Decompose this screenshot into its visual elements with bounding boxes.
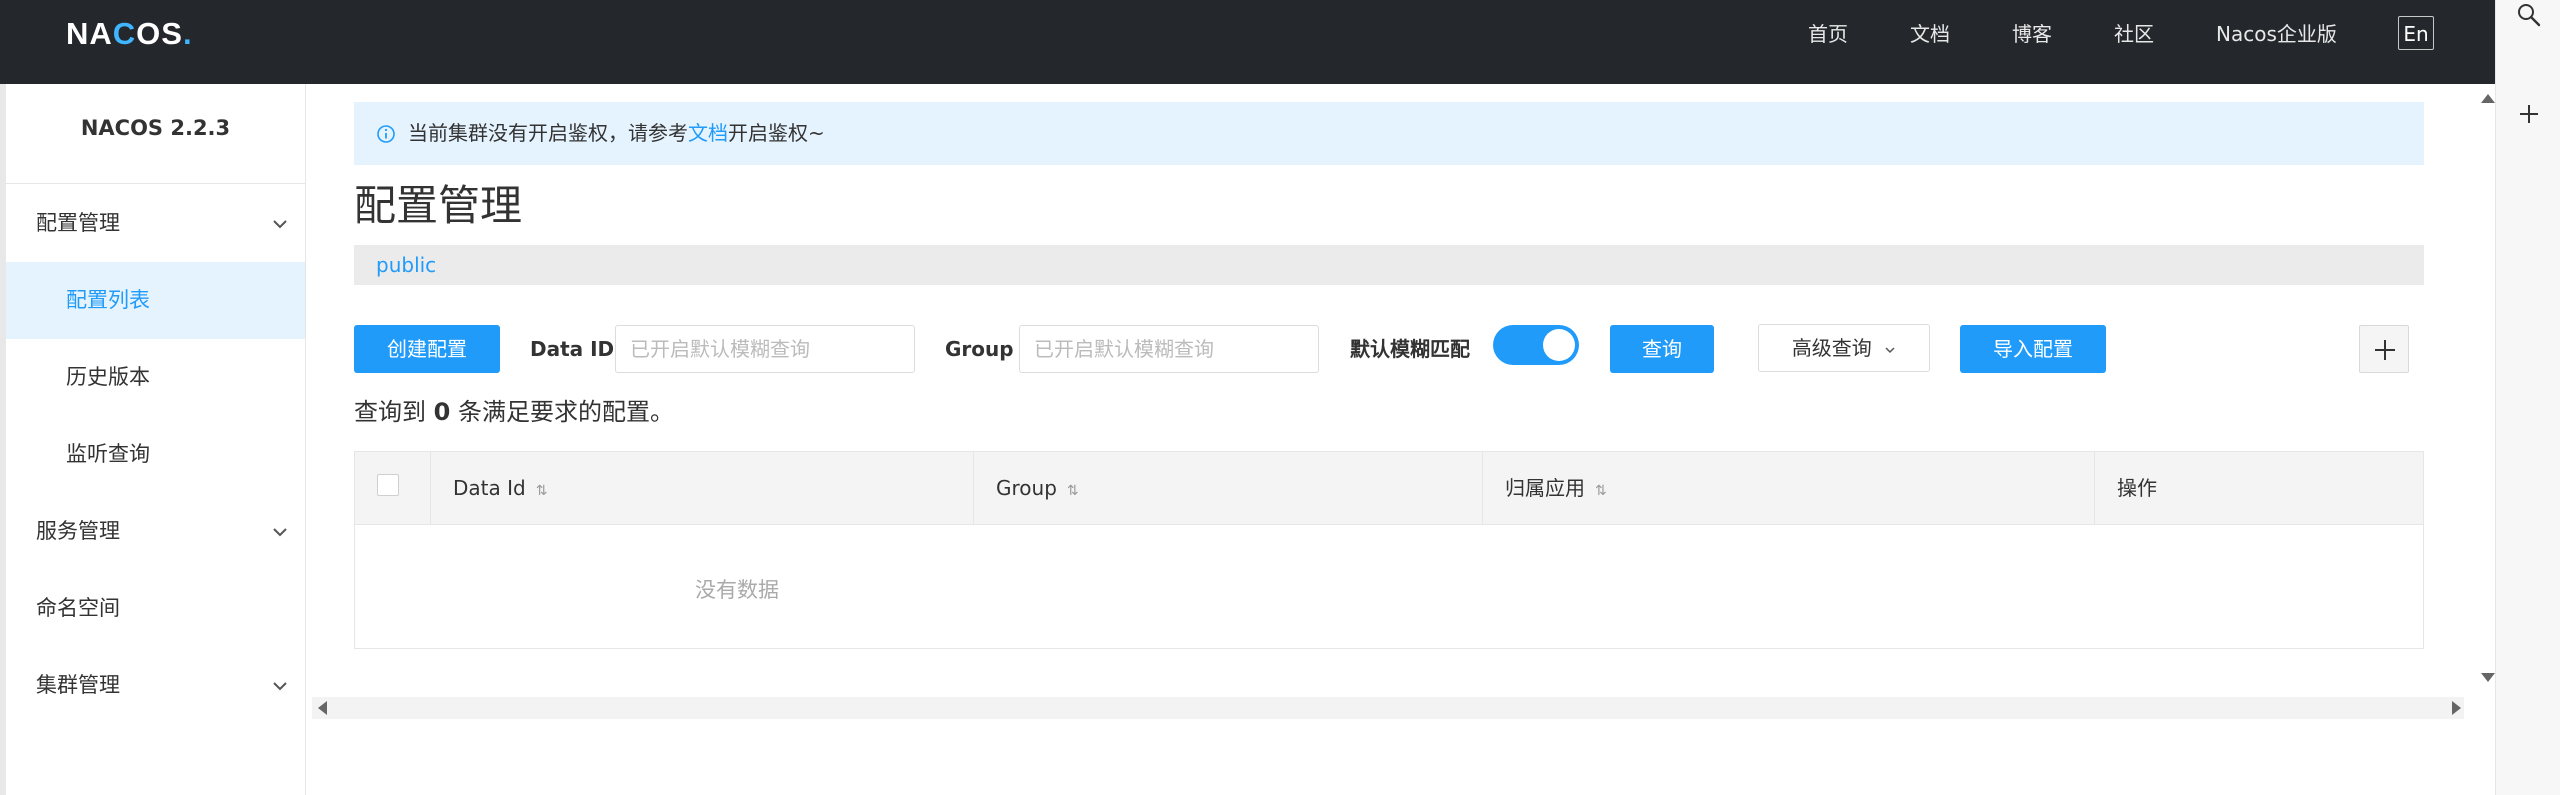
data-id-input[interactable]: 已开启默认模糊查询 xyxy=(615,325,915,373)
column-app[interactable]: 归属应用 ⇅ xyxy=(1483,452,2095,524)
nav-enterprise[interactable]: Nacos企业版 xyxy=(2216,20,2337,48)
chevron-down-icon xyxy=(1885,346,1895,353)
language-switch-button[interactable]: En xyxy=(2398,16,2434,50)
version-label: NACOS 2.2.3 xyxy=(80,116,231,140)
logo-text-3: OS xyxy=(136,16,183,51)
auth-alert: 当前集群没有开启鉴权，请参考文档开启鉴权~ xyxy=(354,102,2424,165)
sidebar-item-listener-query[interactable]: 监听查询 xyxy=(6,416,305,493)
page-title: 配置管理 xyxy=(354,181,523,230)
alert-text: 当前集群没有开启鉴权，请参考 xyxy=(408,121,688,145)
chevron-down-icon xyxy=(273,220,287,229)
logo-dot: . xyxy=(182,16,193,51)
sort-icon[interactable]: ⇅ xyxy=(1595,483,1607,499)
select-all-checkbox[interactable] xyxy=(377,474,399,496)
config-table: Data Id ⇅ Group ⇅ 归属应用 ⇅ 操作 没有数据 xyxy=(354,451,2424,649)
sidebar-item-label: 配置列表 xyxy=(66,288,150,312)
nav-blog[interactable]: 博客 xyxy=(2012,20,2052,48)
sidebar-item-label: 监听查询 xyxy=(66,442,150,466)
chevron-down-icon xyxy=(273,528,287,537)
sidebar-item-label: 服务管理 xyxy=(36,519,120,543)
advanced-search-label: 高级查询 xyxy=(1791,336,1872,360)
top-navbar: NACOS. 首页 文档 博客 社区 Nacos企业版 En xyxy=(0,0,2495,84)
sidebar-item-service-management[interactable]: 服务管理 xyxy=(6,493,305,570)
info-icon xyxy=(377,125,395,143)
group-label: Group xyxy=(945,337,1014,361)
logo-text-2: C xyxy=(112,16,137,51)
fuzzy-match-toggle[interactable] xyxy=(1493,325,1579,365)
right-toolbar xyxy=(2495,0,2560,795)
result-number: 0 xyxy=(433,398,451,426)
add-button[interactable] xyxy=(2359,325,2409,373)
sidebar-item-label: 配置管理 xyxy=(36,211,120,235)
column-label: 归属应用 xyxy=(1505,476,1585,500)
data-id-label: Data ID xyxy=(530,337,615,361)
scroll-left-arrow[interactable] xyxy=(318,701,327,715)
scroll-up-arrow[interactable] xyxy=(2481,94,2495,103)
column-data-id[interactable]: Data Id ⇅ xyxy=(431,452,974,524)
search-button[interactable]: 查询 xyxy=(1610,325,1714,373)
sidebar-item-namespace[interactable]: 命名空间 xyxy=(6,570,305,647)
sidebar-item-label: 集群管理 xyxy=(36,673,120,697)
sort-icon[interactable]: ⇅ xyxy=(536,483,548,499)
table-header: Data Id ⇅ Group ⇅ 归属应用 ⇅ 操作 xyxy=(355,452,2423,525)
result-prefix: 查询到 xyxy=(354,398,434,426)
chevron-down-icon xyxy=(273,682,287,691)
nav-community[interactable]: 社区 xyxy=(2114,20,2154,48)
alert-doc-link[interactable]: 文档 xyxy=(688,121,728,145)
sidebar-item-config-management[interactable]: 配置管理 xyxy=(6,185,305,262)
empty-state: 没有数据 xyxy=(695,578,779,602)
plus-icon[interactable] xyxy=(2516,101,2542,127)
import-config-button[interactable]: 导入配置 xyxy=(1960,325,2106,373)
column-actions: 操作 xyxy=(2095,452,2423,524)
fuzzy-match-label: 默认模糊匹配 xyxy=(1350,337,1470,361)
select-all-cell xyxy=(355,452,431,524)
nav-docs[interactable]: 文档 xyxy=(1910,20,1950,48)
scroll-right-arrow[interactable] xyxy=(2452,701,2461,715)
result-count: 查询到 0 条满足要求的配置。 xyxy=(354,395,674,429)
sidebar-item-history[interactable]: 历史版本 xyxy=(6,339,305,416)
logo-text-1: NA xyxy=(66,16,113,51)
sidebar-item-config-list[interactable]: 配置列表 xyxy=(6,262,305,339)
sidebar: NACOS 2.2.3 配置管理 配置列表 历史版本 监听查询 服务管理 命名空… xyxy=(6,84,306,795)
nav-home[interactable]: 首页 xyxy=(1808,20,1848,48)
column-label: 操作 xyxy=(2117,476,2157,500)
alert-text-suffix: 开启鉴权~ xyxy=(728,121,825,145)
sidebar-item-label: 历史版本 xyxy=(66,365,150,389)
sidebar-item-cluster-management[interactable]: 集群管理 xyxy=(6,647,305,724)
sidebar-item-label: 命名空间 xyxy=(36,596,120,620)
namespace-public[interactable]: public xyxy=(376,245,436,285)
advanced-search-button[interactable]: 高级查询 xyxy=(1758,324,1930,372)
column-group[interactable]: Group ⇅ xyxy=(974,452,1483,524)
scroll-down-arrow[interactable] xyxy=(2481,673,2495,682)
plus-icon xyxy=(2375,340,2395,360)
create-config-button[interactable]: 创建配置 xyxy=(354,325,500,373)
horizontal-scrollbar[interactable] xyxy=(312,697,2464,719)
column-label: Data Id xyxy=(453,476,526,500)
nacos-logo[interactable]: NACOS. xyxy=(66,14,193,54)
sidebar-divider xyxy=(6,183,305,184)
group-input[interactable]: 已开启默认模糊查询 xyxy=(1019,325,1319,373)
toggle-knob xyxy=(1543,329,1575,361)
column-label: Group xyxy=(996,476,1057,500)
sort-icon[interactable]: ⇅ xyxy=(1067,483,1079,499)
namespace-bar: public xyxy=(354,245,2424,285)
search-icon[interactable] xyxy=(2516,2,2542,28)
result-suffix: 条满足要求的配置。 xyxy=(450,398,674,426)
